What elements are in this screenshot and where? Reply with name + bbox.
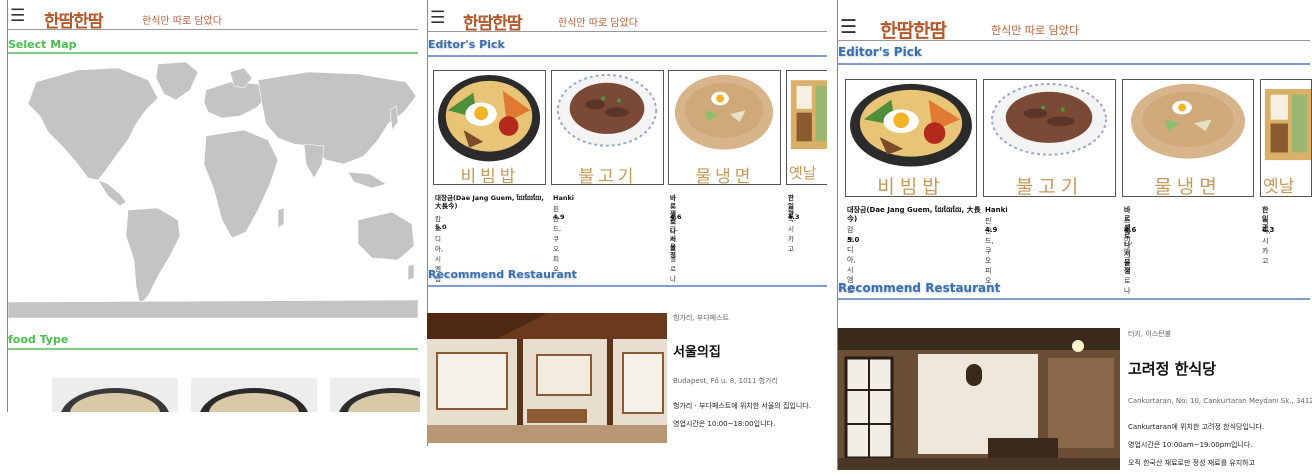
- recommend-underline: [838, 298, 1310, 300]
- header-divider: [428, 31, 827, 32]
- restaurant-rating: 4.6: [670, 213, 682, 221]
- restaurant-rating: 4.3: [788, 213, 800, 221]
- restaurant-info: 터키, 이스탄불 고려정 한식당 Cankurtaran, No: 10, Ca…: [1128, 329, 1312, 468]
- food-type-title: food Type: [8, 333, 69, 346]
- restaurant-rating: 4.9: [985, 226, 998, 234]
- food-type-thumb[interactable]: [52, 378, 178, 412]
- dish-label: 옛날: [789, 164, 817, 182]
- editors-pick-underline: [428, 55, 827, 57]
- header-divider: [838, 40, 1310, 41]
- restaurant-rating: 4.9: [553, 213, 565, 221]
- recommend-title: Recommend Restaurant: [838, 281, 1001, 295]
- restaurant-hours: 영업시간은 10:00am~19:00pm입니다.: [1128, 441, 1253, 449]
- restaurant-rating: 4.3: [1262, 226, 1275, 234]
- restaurant-rating: 4.6: [1124, 226, 1137, 234]
- food-bowl-image: [60, 388, 170, 412]
- dish-label: 불고기: [1015, 176, 1084, 198]
- restaurant-info: 헝가리, 부다페스트 서울의집 Budapest, Fő u. 8, 1011 …: [673, 313, 823, 429]
- restaurant-note: 오직 한국산 재료로만 정성 재료를 유지하고: [1128, 459, 1256, 467]
- header-divider: [8, 29, 418, 30]
- dish-label: 비빔밥: [877, 176, 945, 198]
- dish-label: 물냉면: [1154, 176, 1222, 198]
- dish-label: 옛날: [1263, 177, 1295, 197]
- world-map-graphic[interactable]: [7, 60, 419, 319]
- restaurant-location: 미국, 시카고: [788, 205, 797, 253]
- editors-pick-title: Editor's Pick: [838, 45, 922, 59]
- restaurant-rating: 5.0: [435, 223, 447, 231]
- dish-label: 불고기: [578, 167, 638, 187]
- brand-slogan: 한식만 따로 담았다: [558, 18, 638, 29]
- recommend-underline: [428, 285, 827, 287]
- editors-pick-underline: [838, 63, 1310, 65]
- editors-pick-title: Editor's Pick: [428, 38, 505, 51]
- map-screen: ☰ 한땀한땀 한식만 따로 담았다 Select Map food Type: [0, 0, 420, 412]
- hamburger-menu-icon[interactable]: ☰: [840, 16, 857, 38]
- restaurant-rating: 5.0: [847, 236, 860, 244]
- food-type-underline: [8, 348, 418, 350]
- restaurant-name: 대장금(Dae Jang Guem, ដែរដែរដែរ, 大長今): [435, 194, 544, 211]
- hamburger-menu-icon[interactable]: ☰: [10, 6, 25, 26]
- select-map-title: Select Map: [8, 38, 77, 51]
- dish-label: 비빔밥: [460, 167, 520, 187]
- restaurant-region: 헝가리, 부다페스트: [673, 314, 729, 322]
- food-bowl-image: [338, 388, 420, 412]
- restaurant-title[interactable]: 서울의집: [673, 341, 823, 360]
- restaurant-hours: 영업시간은 10:00~18:00입니다.: [673, 420, 776, 428]
- restaurant-address: Budapest, Fő u. 8, 1011 헝가리: [673, 377, 778, 385]
- restaurant-region: 터키, 이스탄불: [1128, 330, 1172, 338]
- restaurant-photo[interactable]: [427, 313, 667, 443]
- select-map-underline: [8, 52, 418, 54]
- food-bowl-image: [199, 388, 309, 412]
- hamburger-menu-icon[interactable]: ☰: [430, 8, 445, 28]
- recommend-title: Recommend Restaurant: [428, 268, 577, 281]
- home-screen-large: ☰ 한땀한땀 한식만 따로 담았다 Editor's Pick 대장금(Dae …: [836, 0, 1312, 470]
- world-map[interactable]: [7, 60, 419, 319]
- food-type-thumb[interactable]: [330, 378, 420, 412]
- restaurant-location: 미국, 시카고: [1262, 217, 1271, 265]
- brand-slogan: 한식만 따로 담았다: [142, 16, 222, 27]
- dish-label: 물냉면: [695, 167, 755, 187]
- restaurant-description: 헝가리 · 부다페스트에 위치한 서울의 집입니다.: [673, 402, 811, 410]
- restaurant-title[interactable]: 고려정 한식당: [1128, 358, 1310, 379]
- restaurant-address: Cankurtaran, No: 10, Cankurtaran Meydanı…: [1128, 397, 1312, 405]
- restaurant-description: Cankurtaran에 위치한 고려정 한식당입니다.: [1128, 423, 1265, 431]
- food-type-thumb[interactable]: [191, 378, 317, 412]
- restaurant-name: 대장금(Dae Jang Guem, ដែរដែរដែរ, 大長今): [847, 206, 981, 223]
- brand-logo[interactable]: 한땀한땀: [880, 16, 947, 43]
- restaurant-photo[interactable]: [838, 328, 1120, 470]
- restaurant-name: Hanki: [553, 194, 575, 202]
- restaurant-name: Hanki: [985, 206, 1008, 214]
- home-screen-small: ☰ 한땀한땀 한식만 따로 담았다 Editor's Pick 대장금(Dae …: [425, 0, 827, 446]
- brand-slogan: 한식만 따로 담았다: [991, 24, 1079, 37]
